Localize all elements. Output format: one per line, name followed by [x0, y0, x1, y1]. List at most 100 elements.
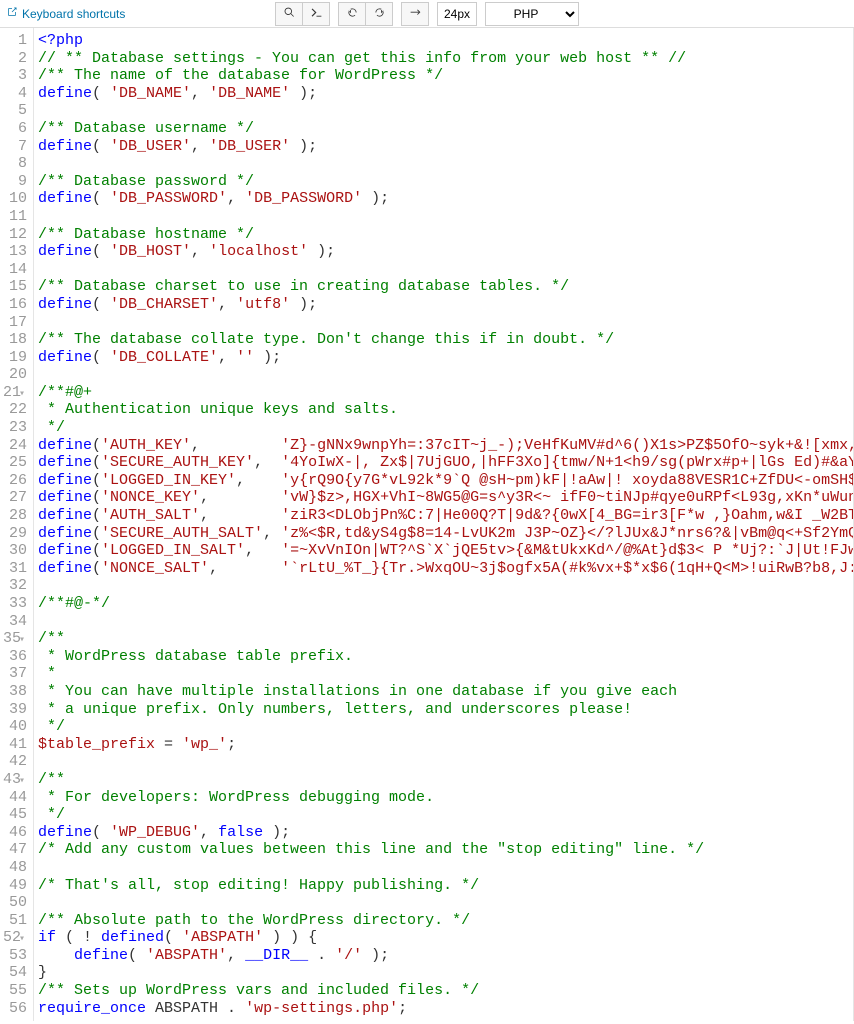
- code-line: */: [38, 718, 853, 736]
- line-number: 34: [0, 613, 27, 631]
- code-line: define('LOGGED_IN_KEY', 'y{rQ9O{y7G*vL92…: [38, 472, 853, 490]
- code-line: define( 'DB_HOST', 'localhost' );: [38, 243, 853, 261]
- language-select[interactable]: PHP: [485, 2, 579, 26]
- line-number: 1: [0, 32, 27, 50]
- line-number: 6: [0, 120, 27, 138]
- line-number: 7: [0, 138, 27, 156]
- line-number: 8: [0, 155, 27, 173]
- keyboard-shortcuts-link[interactable]: Keyboard shortcuts: [0, 6, 131, 21]
- code-line: /** Sets up WordPress vars and included …: [38, 982, 853, 1000]
- code-line: [38, 613, 853, 631]
- code-line: define( 'DB_USER', 'DB_USER' );: [38, 138, 853, 156]
- keyboard-shortcuts-label: Keyboard shortcuts: [22, 7, 125, 21]
- code-line: [38, 859, 853, 877]
- code-line: [38, 261, 853, 279]
- code-line: define( 'WP_DEBUG', false );: [38, 824, 853, 842]
- line-number: 35▾: [0, 630, 27, 648]
- code-editor[interactable]: 123456789101112131415161718192021▾222324…: [0, 28, 854, 1021]
- code-line: define('SECURE_AUTH_KEY', '4YoIwX-|, Zx$…: [38, 454, 853, 472]
- code-line: /**: [38, 771, 853, 789]
- line-number: 32: [0, 577, 27, 595]
- code-line: /**: [38, 630, 853, 648]
- line-number: 37: [0, 665, 27, 683]
- line-number: 25: [0, 454, 27, 472]
- redo-icon: [373, 6, 386, 22]
- line-number: 15: [0, 278, 27, 296]
- console-button[interactable]: [302, 2, 330, 26]
- line-number: 13: [0, 243, 27, 261]
- code-line: [38, 155, 853, 173]
- code-line: define('NONCE_KEY', 'vW}$z>,HGX+VhI~8WG5…: [38, 489, 853, 507]
- line-number: 19: [0, 349, 27, 367]
- line-number: 22: [0, 401, 27, 419]
- line-number: 9: [0, 173, 27, 191]
- line-number: 46: [0, 824, 27, 842]
- code-content[interactable]: <?php// ** Database settings - You can g…: [34, 28, 854, 1021]
- code-line: $table_prefix = 'wp_';: [38, 736, 853, 754]
- line-number: 16: [0, 296, 27, 314]
- line-number: 47: [0, 841, 27, 859]
- line-number: 28: [0, 507, 27, 525]
- editor-toolbar: Keyboard shortcuts: [0, 0, 854, 28]
- line-number: 12: [0, 226, 27, 244]
- code-line: define('SECURE_AUTH_SALT', 'z%<$R,td&yS4…: [38, 525, 853, 543]
- wrap-button[interactable]: [401, 2, 429, 26]
- code-line: * You can have multiple installations in…: [38, 683, 853, 701]
- line-number: 11: [0, 208, 27, 226]
- line-number: 5: [0, 102, 27, 120]
- code-line: * Authentication unique keys and salts.: [38, 401, 853, 419]
- code-line: /** Database charset to use in creating …: [38, 278, 853, 296]
- console-icon: [310, 6, 323, 22]
- font-size-input[interactable]: [437, 2, 477, 26]
- code-line: [38, 577, 853, 595]
- code-line: * a unique prefix. Only numbers, letters…: [38, 701, 853, 719]
- line-number: 45: [0, 806, 27, 824]
- code-line: }: [38, 964, 853, 982]
- code-line: /** Database password */: [38, 173, 853, 191]
- code-line: [38, 208, 853, 226]
- wrap-icon: [409, 6, 422, 22]
- redo-button[interactable]: [365, 2, 393, 26]
- code-line: // ** Database settings - You can get th…: [38, 50, 853, 68]
- line-number: 26: [0, 472, 27, 490]
- line-number-gutter: 123456789101112131415161718192021▾222324…: [0, 28, 34, 1021]
- line-number: 4: [0, 85, 27, 103]
- line-number: 52▾: [0, 929, 27, 947]
- line-number: 42: [0, 753, 27, 771]
- external-link-icon: [6, 6, 18, 21]
- line-number: 36: [0, 648, 27, 666]
- code-line: if ( ! defined( 'ABSPATH' ) ) {: [38, 929, 853, 947]
- line-number: 39: [0, 701, 27, 719]
- code-line: define('NONCE_SALT', '`rLtU_%T_}{Tr.>Wxq…: [38, 560, 853, 578]
- line-number: 51: [0, 912, 27, 930]
- code-line: /**#@+: [38, 384, 853, 402]
- line-number: 2: [0, 50, 27, 68]
- line-number: 43▾: [0, 771, 27, 789]
- line-number: 17: [0, 314, 27, 332]
- line-number: 50: [0, 894, 27, 912]
- code-line: * For developers: WordPress debugging mo…: [38, 789, 853, 807]
- search-button[interactable]: [275, 2, 303, 26]
- code-line: define('AUTH_KEY', 'Z}-gNNx9wnpYh=:37cIT…: [38, 437, 853, 455]
- line-number: 55: [0, 982, 27, 1000]
- line-number: 27: [0, 489, 27, 507]
- search-icon: [283, 6, 296, 22]
- line-number: 31: [0, 560, 27, 578]
- toolbar-center-controls: PHP: [271, 2, 583, 26]
- code-line: /** The database collate type. Don't cha…: [38, 331, 853, 349]
- code-line: define( 'DB_NAME', 'DB_NAME' );: [38, 85, 853, 103]
- code-line: require_once ABSPATH . 'wp-settings.php'…: [38, 1000, 853, 1018]
- code-line: [38, 102, 853, 120]
- code-line: define( 'DB_COLLATE', '' );: [38, 349, 853, 367]
- line-number: 21▾: [0, 384, 27, 402]
- line-number: 29: [0, 525, 27, 543]
- line-number: 56: [0, 1000, 27, 1018]
- line-number: 48: [0, 859, 27, 877]
- code-line: /**#@-*/: [38, 595, 853, 613]
- code-line: [38, 314, 853, 332]
- code-line: /** Absolute path to the WordPress direc…: [38, 912, 853, 930]
- code-line: /* That's all, stop editing! Happy publi…: [38, 877, 853, 895]
- code-line: define('AUTH_SALT', 'ziR3<DLObjPn%C:7|He…: [38, 507, 853, 525]
- undo-button[interactable]: [338, 2, 366, 26]
- code-line: define('LOGGED_IN_SALT', '=~XvVnIOn|WT?^…: [38, 542, 853, 560]
